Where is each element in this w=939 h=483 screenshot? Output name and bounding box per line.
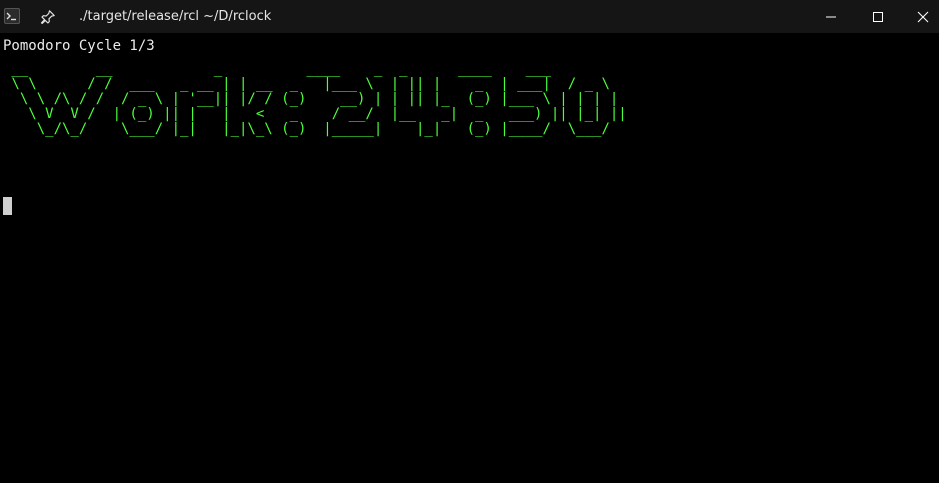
title-bar[interactable]: ./target/release/rcl ~/D/rclock bbox=[0, 0, 939, 33]
big-clock-display: __ __ _ ____ _ _ ____ ___ \ \ / / ___ _ … bbox=[3, 61, 627, 137]
terminal-window: ./target/release/rcl ~/D/rclock Pomodoro… bbox=[0, 0, 939, 483]
clock-line: \ V V / | (_) || | | < _ / __/ |__ _| _ … bbox=[3, 106, 627, 122]
text-cursor bbox=[3, 197, 12, 215]
terminal-app-icon[interactable] bbox=[4, 8, 20, 24]
clock-line: \ \ / / ___ _ __ | | __ _ |___ \ | || | … bbox=[3, 76, 610, 92]
close-button[interactable] bbox=[901, 0, 939, 33]
close-icon bbox=[917, 11, 929, 22]
maximize-icon bbox=[873, 11, 883, 22]
window-title: ./target/release/rcl ~/D/rclock bbox=[79, 9, 272, 24]
minimize-button[interactable] bbox=[809, 0, 853, 33]
clock-line: __ __ _ ____ _ _ ____ ___ bbox=[3, 61, 560, 77]
clock-line: \ \ /\ / / / _ \ | '__|| |/ / (_) __) | … bbox=[3, 91, 619, 107]
maximize-button[interactable] bbox=[856, 0, 900, 33]
terminal-output[interactable]: Pomodoro Cycle 1/3 __ __ _ ____ _ _ ____… bbox=[0, 33, 939, 483]
clock-line: \_/\_/ \___/ |_| |_|\_\ (_) |_____| |_| … bbox=[3, 121, 610, 137]
minimize-icon bbox=[826, 16, 836, 17]
pin-icon[interactable] bbox=[40, 9, 56, 25]
pomodoro-status: Pomodoro Cycle 1/3 bbox=[3, 38, 155, 54]
